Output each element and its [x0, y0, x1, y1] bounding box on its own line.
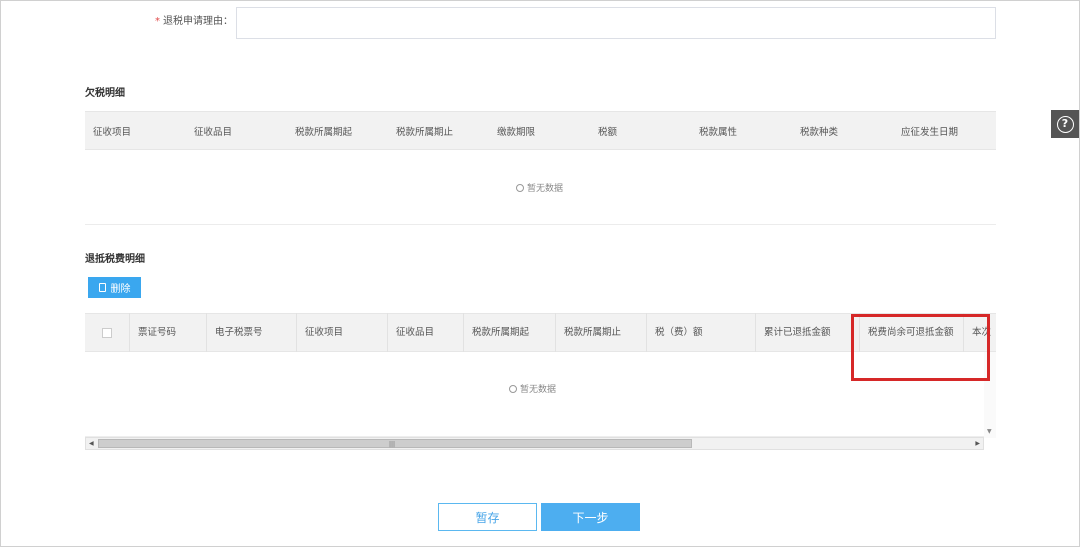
- section-divider: [85, 224, 996, 225]
- refund-col-9: 税费尚余可退抵金额: [860, 313, 964, 352]
- arrears-col-1: 征收项目: [93, 126, 132, 138]
- refund-col-4: 征收品目: [388, 313, 464, 352]
- refund-col-2: 电子税票号: [207, 313, 297, 352]
- trash-icon: [98, 283, 106, 292]
- reason-label-text: 退税申请理由：: [163, 16, 233, 27]
- arrears-col-7: 税款属性: [699, 126, 738, 138]
- refund-col-7: 税（费）额: [647, 313, 756, 352]
- refund-empty-text: 暂无数据: [520, 385, 557, 395]
- refund-col-5: 税款所属期起: [464, 313, 556, 352]
- empty-face-icon: [516, 183, 524, 192]
- refund-empty-state: 暂无数据: [509, 382, 556, 395]
- reason-input[interactable]: [236, 7, 996, 39]
- refund-col-6: 税款所属期止: [556, 313, 647, 352]
- delete-button-label: 删除: [110, 284, 131, 295]
- arrears-table-header: 征收项目 征收品目 税款所属期起 税款所属期止 缴款期限 税额 税款属性 税款种…: [85, 111, 996, 150]
- arrears-empty-text: 暂无数据: [527, 184, 564, 194]
- refund-section-title: 退抵税费明细: [85, 254, 145, 265]
- help-button[interactable]: ?: [1051, 110, 1079, 138]
- next-step-button[interactable]: 下一步: [541, 503, 640, 531]
- scroll-left-arrow-icon[interactable]: ◀: [89, 439, 94, 448]
- question-circle-icon: ?: [1056, 115, 1074, 133]
- arrears-col-5: 缴款期限: [497, 126, 536, 138]
- arrears-col-2: 征收品目: [194, 126, 233, 138]
- reason-label: * 退税申请理由：: [151, 12, 233, 27]
- vertical-scrollbar[interactable]: ▼: [984, 352, 996, 438]
- save-draft-button[interactable]: 暂存: [438, 503, 537, 531]
- arrears-col-3: 税款所属期起: [295, 126, 353, 138]
- select-all-checkbox[interactable]: [102, 327, 112, 338]
- arrears-col-4: 税款所属期止: [396, 126, 454, 138]
- refund-table-header: 票证号码 电子税票号 征收项目 征收品目 税款所属期起 税款所属期止 税（费）额…: [85, 313, 996, 352]
- arrears-empty-state: 暂无数据: [516, 181, 563, 194]
- arrears-col-8: 税款种类: [800, 126, 839, 138]
- refund-col-1: 票证号码: [130, 313, 207, 352]
- refund-col-3: 征收项目: [297, 313, 388, 352]
- arrears-col-9: 应征发生日期: [901, 126, 959, 138]
- page-frame: * 退税申请理由： 欠税明细 征收项目 征收品目 税款所属期起 税款所属期止 缴款…: [0, 0, 1080, 547]
- refund-col-8: 累计已退抵金额: [756, 313, 860, 352]
- empty-face-icon: [509, 384, 517, 393]
- horizontal-scroll-thumb[interactable]: |||: [98, 439, 692, 448]
- select-all-cell: [85, 313, 130, 352]
- delete-button[interactable]: 删除: [88, 277, 141, 298]
- horizontal-scrollbar[interactable]: ◀ ||| ▶: [85, 437, 984, 450]
- scroll-right-arrow-icon[interactable]: ▶: [975, 439, 980, 448]
- scroll-grip: |||: [389, 441, 396, 448]
- arrears-section-title: 欠税明细: [85, 88, 125, 99]
- refund-col-10: 本次: [972, 327, 992, 338]
- arrears-col-6: 税额: [598, 126, 618, 138]
- scroll-down-arrow-icon[interactable]: ▼: [987, 428, 992, 435]
- required-mark: *: [155, 16, 160, 27]
